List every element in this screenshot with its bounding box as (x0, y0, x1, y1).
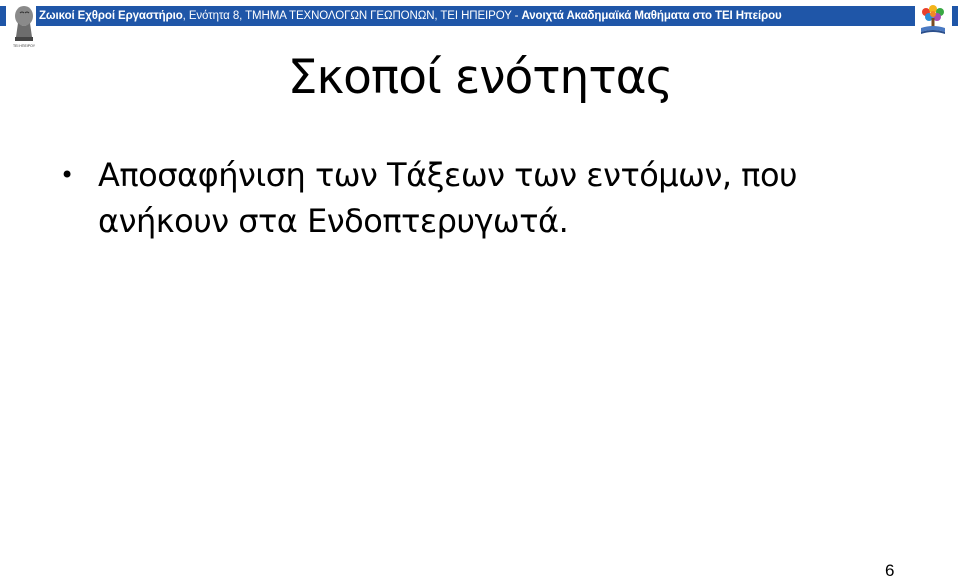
header-left-stripe (0, 6, 6, 26)
tei-epirus-logo-caption: ΤΕΙ ΗΠΕΙΡΟΥ (12, 44, 36, 48)
header-title-details: , Ενότητα 8, ΤΜΗΜΑ ΤΕΧΝΟΛΟΓΩΝ ΓΕΩΠΟΝΩΝ, … (182, 10, 522, 22)
header-title: Ζωικοί Εχθροί Εργαστήριο, Ενότητα 8, ΤΜΗ… (36, 10, 782, 22)
slide-title: Σκοποί ενότητας (287, 50, 673, 105)
page-number: 6 (885, 561, 895, 580)
header-title-program: Ανοιχτά Ακαδημαϊκά Μαθήματα στο ΤΕΙ Ηπεί… (521, 10, 782, 22)
header-title-course: Ζωικοί Εχθροί Εργαστήριο (39, 10, 183, 22)
header-bar: Ζωικοί Εχθροί Εργαστήριο, Ενότητα 8, ΤΜΗ… (36, 6, 915, 26)
bullet-list: • Αποσαφήνιση των Τάξεων των εντόμων, πο… (56, 152, 906, 244)
open-courses-tree-logo-icon (916, 3, 950, 37)
header-right-stripe (952, 6, 958, 26)
bullet-dot-icon: • (60, 161, 74, 189)
bullet-item: • Αποσαφήνιση των Τάξεων των εντόμων, πο… (56, 152, 906, 244)
bullet-text: Αποσαφήνιση των Τάξεων των εντόμων, που … (98, 156, 798, 240)
